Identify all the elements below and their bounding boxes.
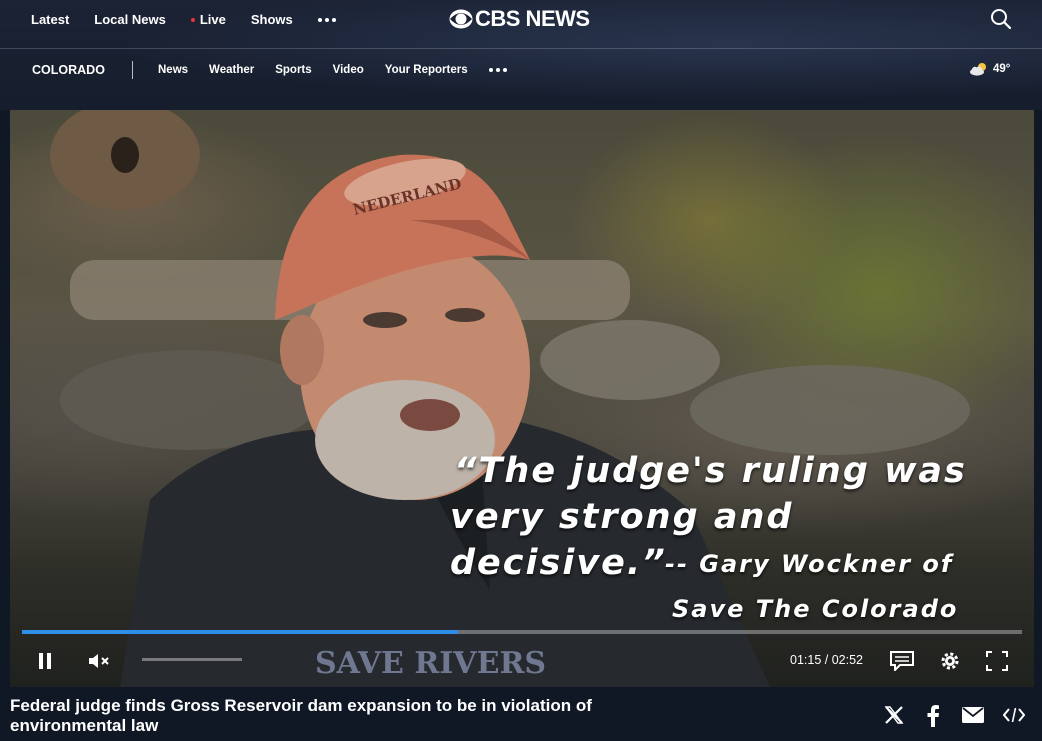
nav-sports[interactable]: Sports <box>275 64 311 76</box>
nav-video[interactable]: Video <box>333 64 364 76</box>
logo-text: CBS NEWS <box>475 6 590 31</box>
nav-shows[interactable]: Shows <box>251 12 293 27</box>
video-player[interactable]: NEDERLAND SAVE RIVERS “The judge's rulin… <box>10 110 1034 687</box>
fullscreen-icon[interactable] <box>986 651 1008 671</box>
quote-line-1: “The judge's ruling was <box>454 451 967 491</box>
attribution-line-1: -- Gary Wockner of <box>665 550 954 578</box>
embed-icon[interactable] <box>1003 708 1025 722</box>
site-header: Latest Local News Live Shows CBS NEWS CO… <box>0 0 1042 110</box>
player-controls: 01:15 / 02:52 <box>10 637 1034 687</box>
cbs-news-logo[interactable]: CBS NEWS <box>449 6 590 31</box>
video-headline: Federal judge finds Gross Reservoir dam … <box>10 696 592 735</box>
time-display: 01:15 / 02:52 <box>790 653 863 667</box>
section-bar: COLORADO News Weather Sports Video Your … <box>0 50 1042 90</box>
x-icon[interactable] <box>884 705 904 725</box>
nav-latest[interactable]: Latest <box>31 12 69 27</box>
pause-icon[interactable] <box>37 652 53 670</box>
captions-icon[interactable] <box>890 651 914 671</box>
volume-slider[interactable] <box>142 658 242 661</box>
nav-news[interactable]: News <box>158 64 188 76</box>
facebook-icon[interactable] <box>926 705 940 727</box>
live-dot-icon <box>190 17 195 22</box>
search-icon[interactable] <box>990 8 1012 30</box>
cbs-eye-icon <box>449 9 473 29</box>
progress-fill <box>22 630 458 634</box>
nav-live-label: Live <box>199 12 226 27</box>
rock <box>540 320 720 400</box>
partly-cloudy-icon <box>970 63 986 76</box>
top-bar: Latest Local News Live Shows CBS NEWS <box>0 0 1042 49</box>
top-nav: Latest Local News Live Shows <box>31 0 336 39</box>
email-icon[interactable] <box>962 707 984 723</box>
region-label[interactable]: COLORADO <box>32 63 105 77</box>
video-caption-bar: Federal judge finds Gross Reservoir dam … <box>0 687 1042 741</box>
nav-live[interactable]: Live <box>190 12 226 27</box>
nav-weather[interactable]: Weather <box>209 64 254 76</box>
progress-bar[interactable] <box>22 630 1022 634</box>
section-nav: News Weather Sports Video Your Reporters <box>158 50 507 90</box>
weather-temp: 49° <box>993 63 1011 75</box>
weather-widget[interactable]: 49° <box>969 62 1010 76</box>
settings-gear-icon[interactable] <box>940 651 960 671</box>
nav-your-reporters[interactable]: Your Reporters <box>385 64 468 76</box>
nav-local-news[interactable]: Local News <box>94 12 166 27</box>
mute-icon[interactable] <box>87 651 111 671</box>
attribution-line-2: Save The Colorado <box>672 595 959 623</box>
section-more-icon[interactable] <box>488 68 507 72</box>
more-menu-icon[interactable] <box>317 17 336 22</box>
divider <box>132 61 133 79</box>
